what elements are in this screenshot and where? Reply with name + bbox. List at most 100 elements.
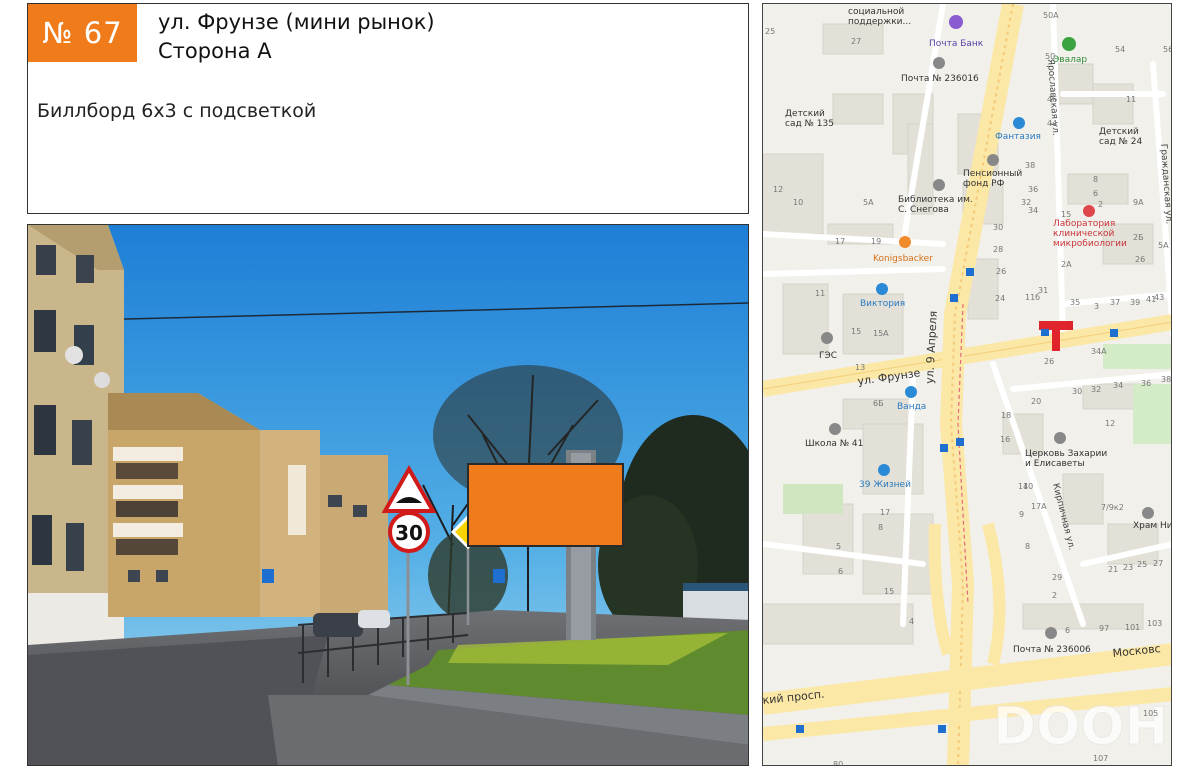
house-number: 107 bbox=[1093, 754, 1108, 763]
house-number: 103 bbox=[1147, 619, 1162, 628]
pharmacy-icon bbox=[1062, 37, 1076, 51]
poi-hram-label: Храм Нико bbox=[1133, 521, 1172, 531]
billboard-number-badge: № 67 bbox=[28, 4, 137, 62]
house-number: 105 bbox=[1143, 709, 1158, 718]
house-number: 25 bbox=[765, 27, 775, 36]
store-icon-vanda bbox=[905, 386, 917, 398]
library-icon bbox=[933, 179, 945, 191]
house-number: 17А bbox=[1031, 502, 1047, 511]
shop-icon bbox=[1013, 117, 1025, 129]
house-number: 27 bbox=[1153, 559, 1163, 568]
street-photo-illustration: 30 bbox=[28, 225, 748, 765]
house-number: 36 bbox=[1141, 379, 1151, 388]
house-number: 31 bbox=[1038, 286, 1048, 295]
house-number: 23 bbox=[1123, 563, 1133, 572]
house-number: 26 bbox=[1044, 357, 1054, 366]
house-number: 50 bbox=[1045, 52, 1055, 61]
house-number: 37 bbox=[1110, 298, 1120, 307]
house-number: 15 bbox=[884, 587, 894, 596]
house-number: 38 bbox=[1025, 161, 1035, 170]
house-number: 17 bbox=[835, 237, 845, 246]
house-number: 24 bbox=[995, 294, 1005, 303]
poi-evalar-label: Эвалар bbox=[1053, 55, 1087, 65]
billboard-description: Биллборд 6х3 с подсветкой bbox=[37, 100, 317, 122]
house-number: 20 bbox=[1031, 397, 1041, 406]
house-number: 2 bbox=[1098, 200, 1103, 209]
poi-pochta-236006-label: Почта № 236006 bbox=[1013, 645, 1091, 655]
medical-icon bbox=[1083, 205, 1095, 217]
house-number: 28 bbox=[993, 245, 1003, 254]
temple-icon bbox=[1142, 507, 1154, 519]
house-number: 15 bbox=[1061, 210, 1071, 219]
house-number: 10 bbox=[793, 198, 803, 207]
pet-shop-icon bbox=[878, 464, 890, 476]
house-number: 6Б bbox=[873, 399, 884, 408]
house-number: 39 bbox=[1130, 298, 1140, 307]
store-icon bbox=[876, 283, 888, 295]
house-number: 36 bbox=[1028, 185, 1038, 194]
house-number: 13 bbox=[855, 363, 865, 372]
house-number: 46 bbox=[1047, 95, 1057, 104]
house-number: 11 bbox=[815, 289, 825, 298]
house-number: 38 bbox=[1161, 375, 1171, 384]
utility-icon bbox=[821, 332, 833, 344]
house-number: 15А bbox=[873, 329, 889, 338]
poi-fantasia-label: Фантазия bbox=[995, 132, 1041, 142]
house-number: 8 bbox=[1093, 175, 1098, 184]
post-office-icon bbox=[933, 57, 945, 69]
house-number: 29 bbox=[1052, 573, 1062, 582]
house-number: 4 bbox=[909, 617, 914, 626]
house-number: 54 bbox=[1115, 45, 1125, 54]
billboard-placeholder bbox=[467, 463, 624, 547]
post-office-icon-2 bbox=[1045, 627, 1057, 639]
house-number: 5А bbox=[1158, 241, 1169, 250]
house-number: 25 bbox=[1137, 560, 1147, 569]
house-number: 34 bbox=[1028, 206, 1038, 215]
house-number: 2А bbox=[1061, 260, 1072, 269]
house-number: 21 bbox=[1108, 565, 1118, 574]
school-icon bbox=[829, 423, 841, 435]
house-number: 3 bbox=[1094, 302, 1099, 311]
house-number: 2Б bbox=[1133, 233, 1144, 242]
house-number: 12 bbox=[773, 185, 783, 194]
address-street: ул. Фрунзе (мини рынок) bbox=[158, 10, 435, 34]
info-panel: № 67 ул. Фрунзе (мини рынок) Сторона А Б… bbox=[27, 3, 749, 214]
house-number: 10 bbox=[1023, 482, 1033, 491]
house-number: 101 bbox=[1125, 623, 1140, 632]
house-number: 18 bbox=[1001, 411, 1011, 420]
watermark: DOOH.RU bbox=[993, 697, 1172, 757]
house-number: 17 bbox=[880, 508, 890, 517]
house-number: 8 bbox=[878, 523, 883, 532]
church-icon bbox=[1054, 432, 1066, 444]
house-number: 34 bbox=[1113, 381, 1123, 390]
house-number: 5 bbox=[836, 542, 841, 551]
poi-konigsbacker-label: Konigsbacker bbox=[873, 254, 933, 264]
bakery-icon bbox=[899, 236, 911, 248]
house-number: 30 bbox=[1072, 387, 1082, 396]
house-number: 9А bbox=[1133, 198, 1144, 207]
house-number: 80 bbox=[833, 760, 843, 766]
address-side: Сторона А bbox=[158, 39, 272, 63]
house-number: 6 bbox=[1093, 189, 1098, 198]
house-number: 34А bbox=[1091, 347, 1107, 356]
poi-pochta-236016-label: Почта № 236016 bbox=[901, 74, 979, 84]
house-number: 35 bbox=[1070, 298, 1080, 307]
poi-ges-label: ГЭС bbox=[819, 351, 837, 361]
house-number: 50А bbox=[1043, 11, 1059, 20]
poi-victoria-label: Виктория bbox=[860, 299, 905, 309]
poi-pochta-bank-label: Почта Банк bbox=[929, 39, 984, 49]
poi-detsad-24-label: Детский сад № 24 bbox=[1099, 127, 1142, 147]
house-number: 6 bbox=[1065, 626, 1070, 635]
house-number: 44 bbox=[1047, 119, 1057, 128]
pochta-bank-icon bbox=[949, 15, 963, 29]
house-number: 26 bbox=[996, 267, 1006, 276]
house-number: 6 bbox=[838, 567, 843, 576]
house-number: 2 bbox=[1052, 591, 1057, 600]
poi-school-41-label: Школа № 41 bbox=[805, 439, 863, 449]
location-photo: 30 bbox=[27, 224, 749, 766]
government-icon bbox=[987, 154, 999, 166]
house-number: 43 bbox=[1154, 293, 1164, 302]
house-number: 7/9к2 bbox=[1101, 503, 1124, 512]
house-number: 8 bbox=[1025, 542, 1030, 551]
house-number: 11 bbox=[1126, 95, 1136, 104]
